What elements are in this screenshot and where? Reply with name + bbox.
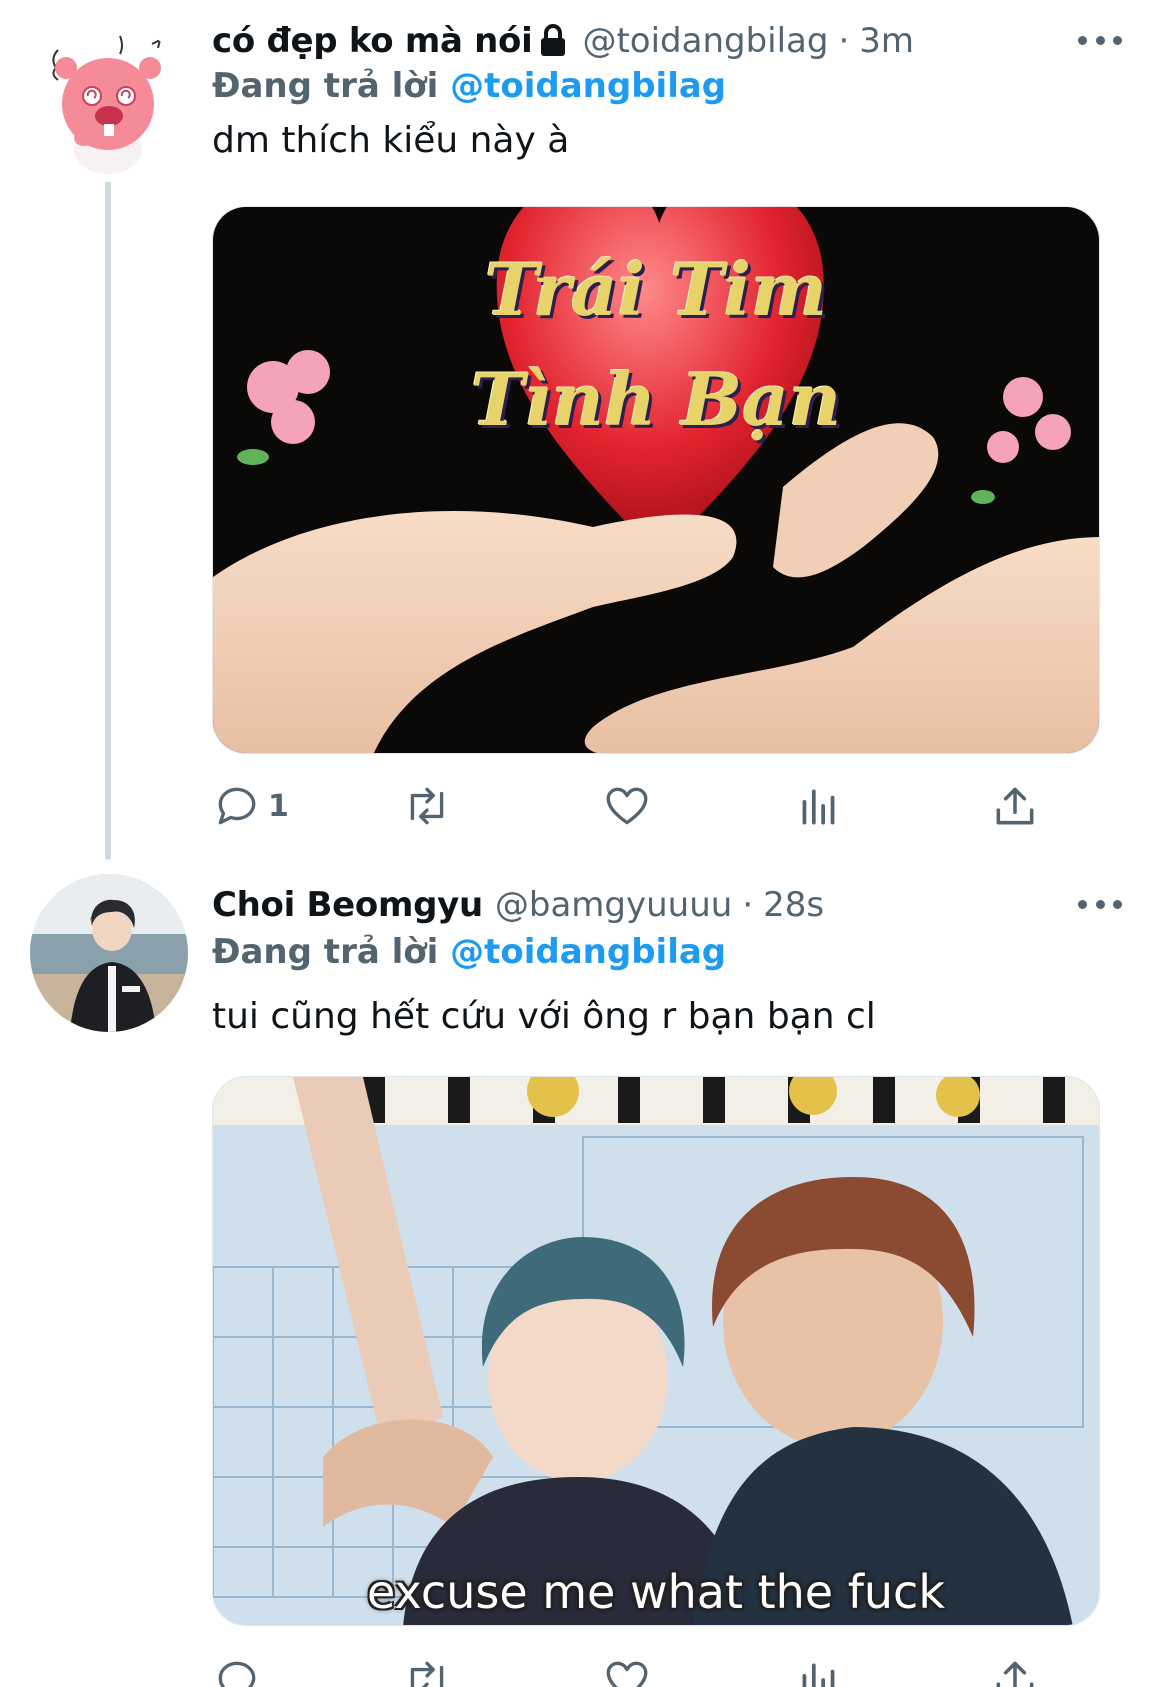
more-options-icon[interactable]: [1070, 884, 1130, 924]
tweet-text: dm thích kiểu này à: [212, 120, 570, 161]
tweet-media-image[interactable]: Trái Tim Tình Bạn: [212, 206, 1100, 754]
action-bar: [212, 1650, 1072, 1687]
bar-chart-icon: [802, 789, 835, 825]
display-name[interactable]: có đẹp ko mà nói: [212, 21, 533, 61]
retweet-icon: [410, 787, 444, 825]
image-title-line1: Trái Tim: [484, 247, 828, 332]
display-name[interactable]: Choi Beomgyu: [212, 885, 483, 925]
reply-button[interactable]: 1: [212, 776, 289, 836]
like-button[interactable]: [602, 1650, 652, 1687]
profile-photo-avatar: [30, 874, 188, 1032]
user-handle[interactable]: @toidangbilag: [582, 21, 828, 61]
tweet[interactable]: Choi Beomgyu @bamgyuuuu · 28s Đang trả l…: [0, 860, 1170, 1687]
separator: ·: [838, 21, 850, 61]
like-button[interactable]: [602, 776, 652, 836]
image-caption: excuse me what the fuck: [367, 1565, 945, 1619]
tweet-text: tui cũng hết cứu với ông r bạn bạn cl: [212, 996, 876, 1037]
avatar[interactable]: [30, 874, 188, 1032]
reply-button[interactable]: [212, 1650, 268, 1687]
avatar[interactable]: [28, 22, 188, 182]
separator: ·: [742, 885, 754, 925]
share-icon: [996, 787, 1034, 825]
image-title-line2: Tình Bạn: [470, 357, 842, 442]
reply-count: 1: [268, 788, 289, 824]
timestamp[interactable]: 28s: [763, 885, 824, 925]
replying-to-label: Đang trả lời: [212, 66, 439, 106]
reply-icon: [218, 1661, 256, 1687]
retweet-icon: [410, 1661, 444, 1687]
replying-to: Đang trả lời @toidangbilag: [212, 66, 726, 112]
view-stats-button[interactable]: [794, 776, 844, 836]
tweet-header: có đẹp ko mà nói @toidangbilag · 3m: [212, 16, 914, 66]
tweet[interactable]: có đẹp ko mà nói @toidangbilag · 3m Đang…: [0, 0, 1170, 860]
replying-to-mention[interactable]: @toidangbilag: [450, 66, 726, 106]
share-button[interactable]: [990, 1650, 1040, 1687]
replying-to-mention[interactable]: @toidangbilag: [450, 932, 726, 972]
bar-chart-icon: [802, 1663, 835, 1687]
replying-to: Đang trả lời @toidangbilag: [212, 932, 726, 978]
heart-icon: [606, 787, 648, 825]
tweet-media-image[interactable]: excuse me what the fuck: [212, 1076, 1100, 1626]
more-options-icon[interactable]: [1070, 20, 1130, 60]
share-button[interactable]: [990, 776, 1040, 836]
timestamp[interactable]: 3m: [859, 21, 914, 61]
user-handle[interactable]: @bamgyuuuu: [495, 885, 732, 925]
view-stats-button[interactable]: [794, 1650, 844, 1687]
pink-beaver-avatar-icon: [28, 22, 188, 182]
lock-icon: [538, 24, 568, 58]
replying-to-label: Đang trả lời: [212, 932, 439, 972]
reply-icon: [218, 787, 256, 825]
tweet-header: Choi Beomgyu @bamgyuuuu · 28s: [212, 880, 824, 930]
retweet-button[interactable]: [402, 1650, 452, 1687]
action-bar: 1: [212, 776, 1072, 836]
share-icon: [996, 1661, 1034, 1687]
thread-connector-line: [105, 170, 111, 860]
retweet-button[interactable]: [402, 776, 452, 836]
heart-icon: [606, 1661, 648, 1687]
meme-photo-image: [213, 1077, 1099, 1625]
